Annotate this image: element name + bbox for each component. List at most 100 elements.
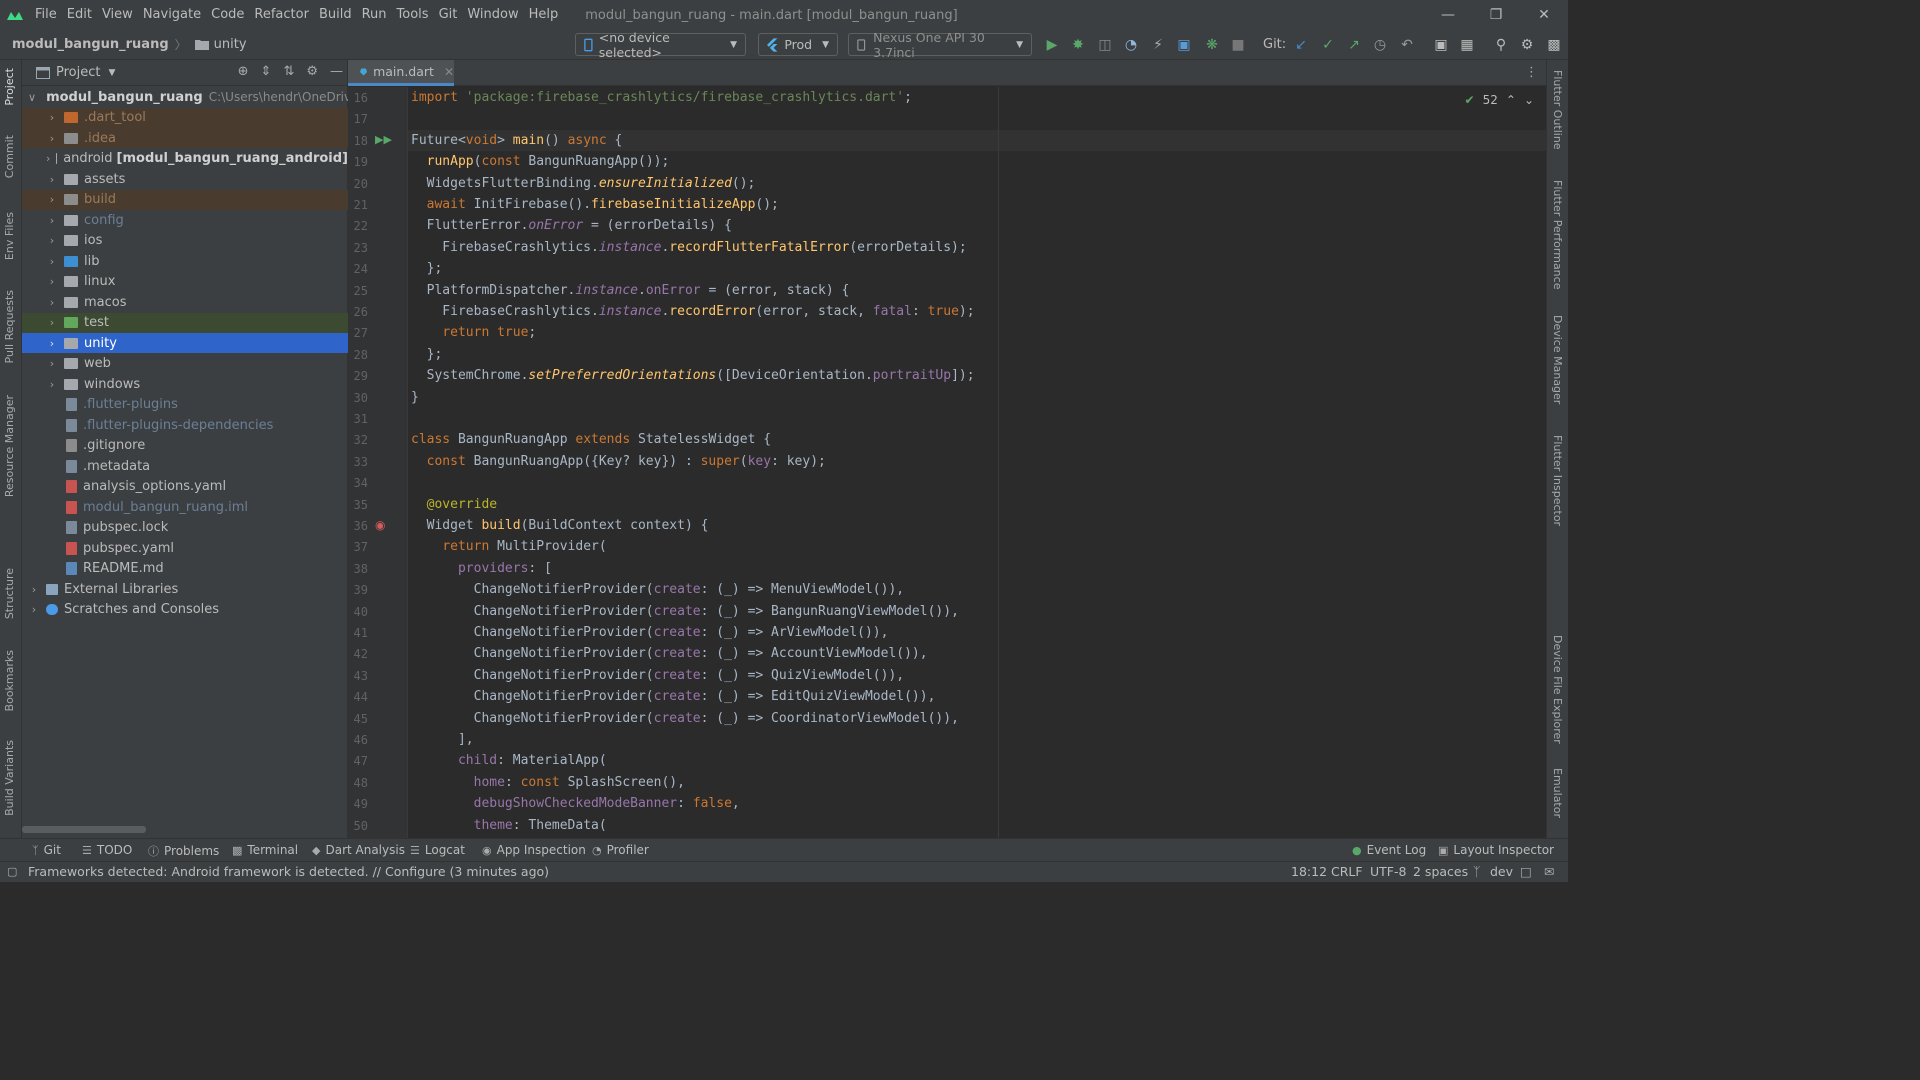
tree-item-config[interactable]: › config — [22, 210, 348, 230]
project-panel-title[interactable]: Project — [56, 65, 100, 80]
git-update-icon[interactable]: ↙ — [1293, 37, 1309, 53]
inspection-widget[interactable]: ✔ 52 ⌃ ⌄ — [1465, 93, 1534, 107]
file-encoding[interactable]: UTF-8 — [1370, 864, 1406, 879]
menu-view[interactable]: View — [97, 0, 138, 30]
tree-item-pubspec-lock[interactable]: pubspec.lock — [22, 518, 348, 538]
tree-item-android[interactable]: › android [modul_bangun_ruang_android] — [22, 149, 348, 169]
tree-item-readme[interactable]: README.md — [22, 559, 348, 579]
chevron-down-icon[interactable]: ▼ — [108, 68, 115, 78]
run-icon[interactable]: ▶ — [1044, 37, 1060, 53]
tool-dart-analysis[interactable]: ◆ Dart Analysis — [312, 843, 405, 857]
tree-item-windows[interactable]: › windows — [22, 374, 348, 394]
sdk-manager-icon[interactable]: ▦ — [1459, 37, 1475, 53]
tool-problems[interactable]: ⓘ Problems — [148, 843, 219, 859]
locate-icon[interactable]: ⊕ — [238, 64, 249, 79]
tool-terminal[interactable]: ▩ Terminal — [232, 843, 298, 857]
search-icon[interactable]: ⚲ — [1493, 37, 1509, 53]
tree-item-scratches[interactable]: › Scratches and Consoles — [22, 600, 348, 620]
apply-changes-icon[interactable]: ▣ — [1176, 37, 1192, 53]
tree-item-external-libraries[interactable]: › External Libraries — [22, 579, 348, 599]
tree-item-macos[interactable]: › macos — [22, 292, 348, 312]
run-gutter-icon[interactable]: ▶▶ — [375, 133, 392, 146]
tool-device-file-explorer[interactable]: Device File Explorer — [1551, 635, 1564, 744]
git-push-icon[interactable]: ↗ — [1346, 37, 1362, 53]
tree-item-analysis-options[interactable]: analysis_options.yaml — [22, 477, 348, 497]
close-tab-icon[interactable]: ✕ — [444, 65, 454, 79]
account-avatar-icon[interactable]: ▩ — [1546, 37, 1562, 53]
menu-file[interactable]: File — [30, 0, 62, 30]
menu-build[interactable]: Build — [314, 0, 357, 30]
lock-icon[interactable]: □ — [1520, 864, 1532, 879]
rollback-icon[interactable]: ↶ — [1399, 37, 1415, 53]
tree-item-gitignore[interactable]: .gitignore — [22, 436, 348, 456]
menu-git[interactable]: Git — [434, 0, 463, 30]
tree-item-unity[interactable]: › unity — [22, 333, 348, 354]
status-message[interactable]: Frameworks detected: Android framework i… — [28, 864, 549, 879]
history-icon[interactable]: ◷ — [1372, 37, 1388, 53]
tab-main-dart[interactable]: main.dart ✕ — [348, 60, 454, 86]
tree-item-assets[interactable]: › assets — [22, 169, 348, 189]
breadcrumb-folder[interactable]: unity — [194, 37, 247, 52]
tool-build-variants[interactable]: Build Variants — [3, 740, 16, 816]
stop-icon[interactable]: ■ — [1230, 37, 1246, 53]
tree-item-test[interactable]: › test — [22, 312, 348, 333]
menu-run[interactable]: Run — [357, 0, 392, 30]
profile-icon[interactable]: ◔ — [1123, 37, 1139, 53]
menu-help[interactable]: Help — [524, 0, 564, 30]
chevron-up-icon[interactable]: ⌃ — [1506, 93, 1516, 107]
tree-item-pubspec-yaml[interactable]: pubspec.yaml — [22, 538, 348, 558]
tool-structure[interactable]: Structure — [3, 568, 16, 619]
git-branch[interactable]: dev — [1490, 864, 1513, 879]
close-icon[interactable]: ✕ — [1520, 0, 1568, 30]
tool-env-files[interactable]: Env Files — [3, 212, 16, 260]
override-gutter-icon[interactable]: ◉ — [375, 518, 385, 532]
tool-flutter-inspector[interactable]: Flutter Inspector — [1551, 435, 1564, 526]
debug-icon[interactable]: ✸ — [1070, 37, 1086, 53]
notifications-icon[interactable]: ✉ — [1544, 864, 1554, 879]
toggle-tool-windows-icon[interactable]: ▢ — [7, 865, 17, 878]
menu-tools[interactable]: Tools — [392, 0, 434, 30]
tool-logcat[interactable]: ☰ Logcat — [410, 843, 465, 857]
tree-item-lib[interactable]: › lib — [22, 251, 348, 271]
settings-gear-icon[interactable]: ⚙ — [1519, 37, 1535, 53]
flavor-selector[interactable]: Prod ▼ — [758, 33, 838, 56]
tree-item-flutter-plugins-dependencies[interactable]: .flutter-plugins-dependencies — [22, 415, 348, 435]
tree-item-flutter-plugins[interactable]: .flutter-plugins — [22, 395, 348, 415]
coverage-icon[interactable]: ◫ — [1097, 37, 1113, 53]
tree-item-linux[interactable]: › linux — [22, 272, 348, 292]
device-manager-icon[interactable]: ▣ — [1433, 37, 1449, 53]
tool-device-manager[interactable]: Device Manager — [1551, 315, 1564, 404]
tool-flutter-performance[interactable]: Flutter Performance — [1551, 180, 1564, 289]
attach-debugger-icon[interactable]: ❋ — [1204, 37, 1220, 53]
tree-item-web[interactable]: › web — [22, 354, 348, 374]
tree-item-build[interactable]: › build — [22, 189, 348, 210]
indent-setting[interactable]: 2 spaces — [1413, 864, 1468, 879]
tool-event-log[interactable]: ● Event Log — [1352, 843, 1426, 857]
tool-resource-manager[interactable]: Resource Manager — [3, 395, 16, 497]
tool-git[interactable]: ᛉ Git — [32, 843, 61, 857]
tool-flutter-outline[interactable]: Flutter Outline — [1551, 70, 1564, 150]
tree-item-idea[interactable]: › .idea — [22, 128, 348, 149]
breadcrumb-project[interactable]: modul_bangun_ruang — [0, 37, 169, 52]
emulator-selector[interactable]: Nexus One API 30 3.7inci ▼ — [848, 30, 1032, 60]
menu-edit[interactable]: Edit — [62, 0, 97, 30]
tree-item-root[interactable]: ∨ modul_bangun_ruang C:\Users\hendr\OneD… — [22, 87, 348, 107]
device-selector[interactable]: <no device selected> ▼ — [575, 30, 746, 60]
tool-app-inspection[interactable]: ◉ App Inspection — [482, 843, 586, 857]
tool-todo[interactable]: ☰ TODO — [82, 843, 132, 857]
hide-panel-icon[interactable]: — — [330, 64, 343, 79]
tree-item-ios[interactable]: › ios — [22, 231, 348, 251]
tree-item-metadata[interactable]: .metadata — [22, 456, 348, 476]
menu-window[interactable]: Window — [462, 0, 523, 30]
line-separator[interactable]: CRLF — [1331, 864, 1363, 879]
expand-all-icon[interactable]: ⇕ — [261, 64, 272, 79]
tool-layout-inspector[interactable]: ▣ Layout Inspector — [1438, 843, 1554, 857]
restore-icon[interactable]: ❐ — [1472, 0, 1520, 30]
tool-emulator[interactable]: Emulator — [1551, 768, 1564, 818]
tool-profiler[interactable]: ◔ Profiler — [592, 843, 649, 857]
tree-item-iml[interactable]: modul_bangun_ruang.iml — [22, 497, 348, 517]
git-commit-icon[interactable]: ✓ — [1320, 37, 1336, 53]
tree-item-dart-tool[interactable]: › .dart_tool — [22, 107, 348, 128]
panel-settings-icon[interactable]: ⚙ — [306, 64, 318, 79]
horizontal-scrollbar[interactable] — [22, 826, 146, 833]
